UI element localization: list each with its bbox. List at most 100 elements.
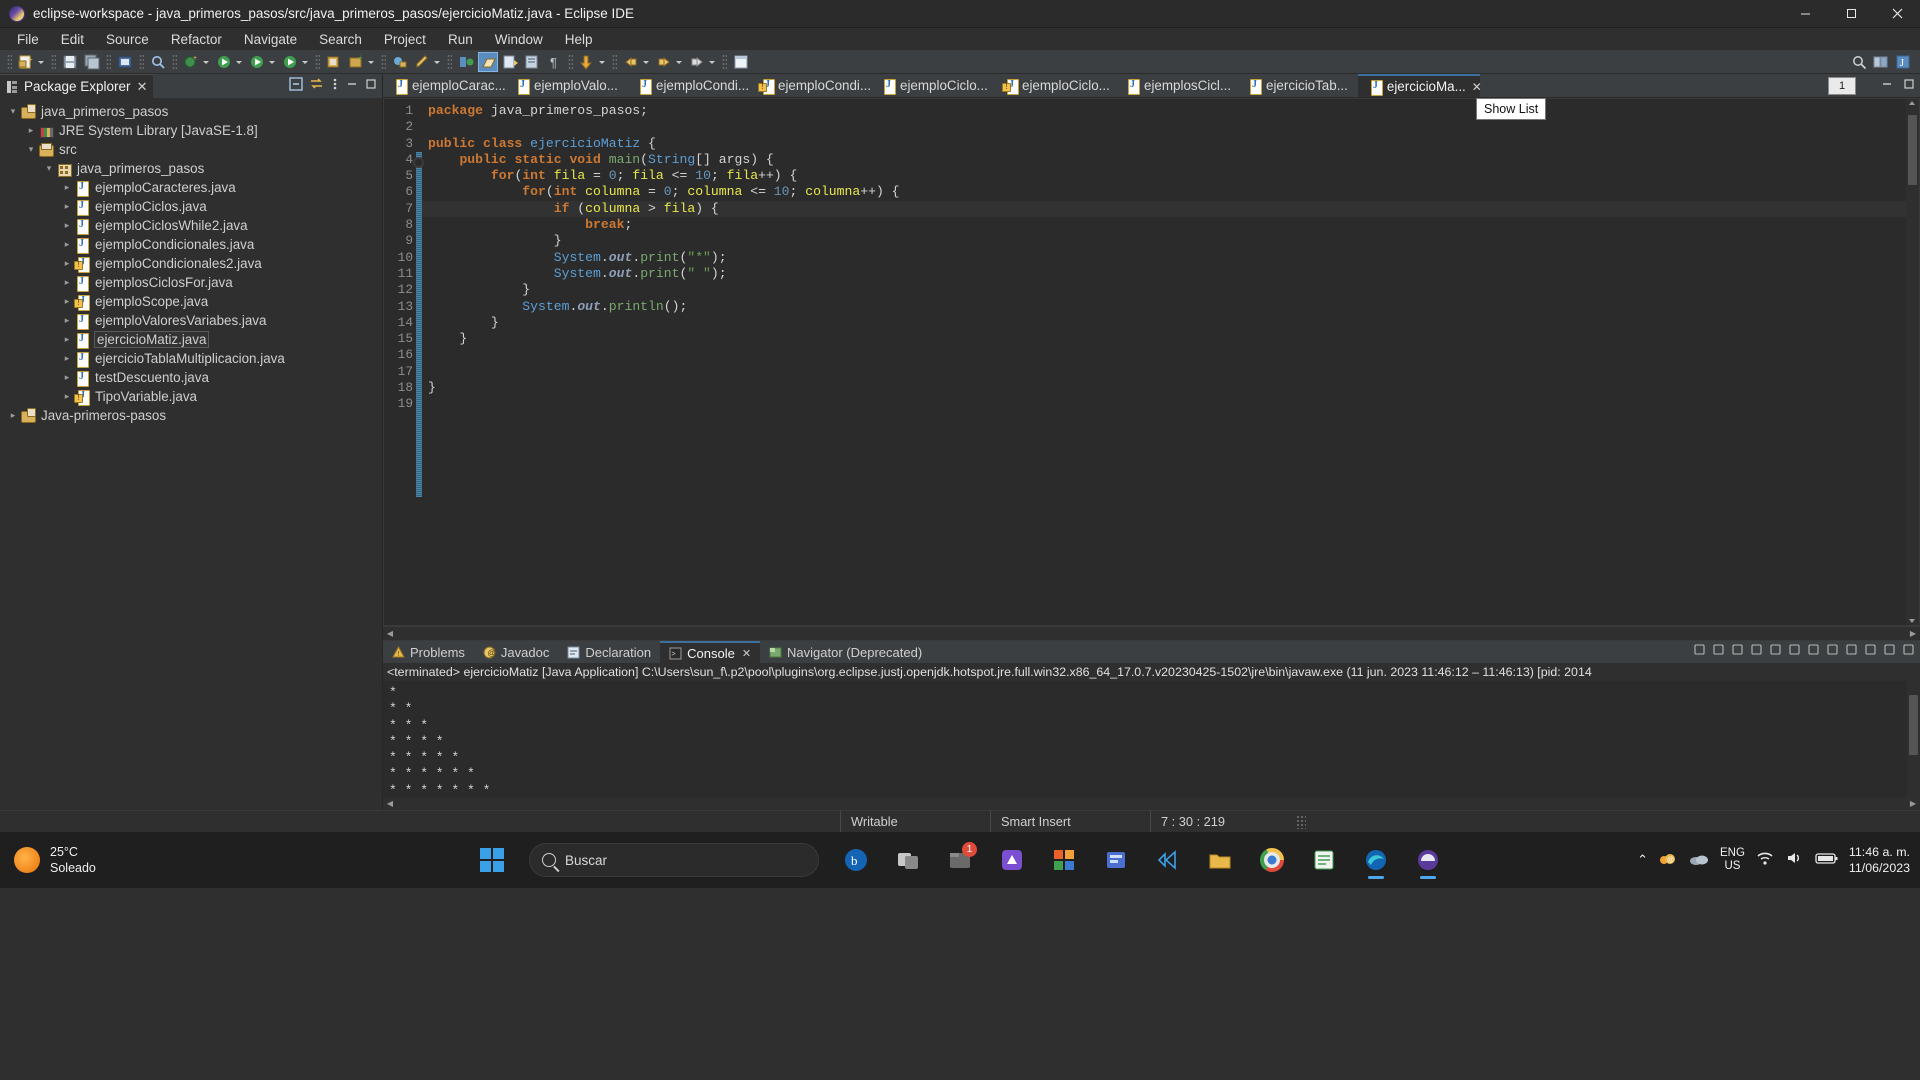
console-tab-close-icon[interactable]: ✕ xyxy=(742,647,751,660)
package-explorer-close-icon[interactable]: ✕ xyxy=(137,79,148,95)
status-resize-grip[interactable] xyxy=(1296,814,1306,829)
code-editor[interactable]: 1 2 3 4 5 6 7 8 9 10 11 12 13 14 15 16 17 18 19 package ja… xyxy=(383,98,1920,626)
console-scroll-thumb[interactable] xyxy=(1909,695,1918,755)
code-line[interactable] xyxy=(422,364,1919,380)
toolbar-grip-9[interactable] xyxy=(568,53,573,70)
perspective-icon[interactable] xyxy=(456,52,476,72)
terminate-icon[interactable] xyxy=(1692,642,1707,662)
pin-console-icon[interactable] xyxy=(1787,642,1802,662)
java-perspective-icon[interactable]: J xyxy=(1893,52,1913,72)
clear-console-icon[interactable] xyxy=(1749,642,1764,662)
editor-tab[interactable]: ejemplosCicl... xyxy=(1115,74,1237,97)
chevron-right-icon[interactable]: ▸ xyxy=(60,182,74,193)
maximize-editor-icon[interactable] xyxy=(1902,77,1916,96)
editor-horizontal-scrollbar[interactable]: ◀ ▶ xyxy=(383,626,1920,640)
tray-battery-icon[interactable] xyxy=(1815,851,1839,870)
toolbar-grip-2[interactable] xyxy=(51,53,56,70)
taskbar-copilot[interactable]: b xyxy=(836,840,876,880)
link-with-editor-icon[interactable] xyxy=(309,76,325,97)
language-indicator[interactable]: ENG US xyxy=(1720,847,1745,873)
new-console-view-icon[interactable] xyxy=(1844,642,1859,662)
console-hscroll-left[interactable]: ◀ xyxy=(383,799,397,808)
view-menu-icon[interactable] xyxy=(330,76,340,97)
minimize-editor-icon[interactable] xyxy=(1880,77,1894,96)
console-horizontal-scrollbar[interactable]: ◀ ▶ xyxy=(383,797,1920,810)
tree-item[interactable]: ▸ ejemploCiclosWhile2.java xyxy=(0,216,382,235)
menu-item-source[interactable]: Source xyxy=(95,30,160,49)
code-line[interactable]: for(int fila = 0; fila <= 10; fila++) { xyxy=(422,168,1919,184)
taskbar-task-view[interactable] xyxy=(888,840,928,880)
minimize-button[interactable] xyxy=(1782,0,1828,28)
run-external-icon[interactable] xyxy=(280,52,300,72)
save-icon[interactable] xyxy=(60,52,80,72)
save-all-icon[interactable] xyxy=(82,52,102,72)
debug-icon[interactable] xyxy=(214,52,234,72)
menu-item-edit[interactable]: Edit xyxy=(50,30,95,49)
toolbar-grip[interactable] xyxy=(7,53,12,70)
chevron-right-icon[interactable]: ▸ xyxy=(24,125,38,136)
remove-launch-icon[interactable] xyxy=(1711,642,1726,662)
console-tab[interactable]: @ Javadoc xyxy=(474,641,558,663)
next-annotation-icon[interactable] xyxy=(500,52,520,72)
package-tree[interactable]: ▾ java_primeros_pasos ▸ JRE System Library … xyxy=(0,98,382,810)
console-vertical-scrollbar[interactable] xyxy=(1907,681,1920,797)
tree-item[interactable]: ▾ java_primeros_pasos xyxy=(0,159,382,178)
menu-item-refactor[interactable]: Refactor xyxy=(160,30,233,49)
code-line[interactable] xyxy=(422,347,1919,363)
edit-dropdown[interactable] xyxy=(433,53,442,71)
start-button[interactable] xyxy=(472,840,512,880)
chevron-right-icon[interactable]: ▸ xyxy=(60,334,74,345)
chevron-right-icon[interactable]: ▸ xyxy=(60,315,74,326)
last-edit-location-icon[interactable] xyxy=(577,52,597,72)
minimize-view-icon[interactable] xyxy=(345,77,359,96)
console-hscroll-track[interactable] xyxy=(397,799,1906,809)
maximize-console-icon[interactable] xyxy=(1901,642,1916,662)
code-line[interactable] xyxy=(422,119,1919,135)
taskbar-chrome[interactable] xyxy=(1252,840,1292,880)
editor-tab[interactable]: ejemploCondi... xyxy=(749,74,871,97)
hscroll-left-arrow[interactable]: ◀ xyxy=(383,629,397,638)
menu-item-run[interactable]: Run xyxy=(437,30,484,49)
chevron-down-icon[interactable]: ▾ xyxy=(42,163,56,174)
remove-all-icon[interactable] xyxy=(1730,642,1745,662)
code-line[interactable]: } xyxy=(422,233,1919,249)
back-nav-dropdown[interactable] xyxy=(642,53,651,71)
toolbar-grip-4[interactable] xyxy=(139,53,144,70)
code-line[interactable]: public static void main(String[] args) { xyxy=(422,152,1919,168)
taskbar-notes[interactable] xyxy=(1304,840,1344,880)
taskbar-folder[interactable] xyxy=(1200,840,1240,880)
code-line[interactable]: System.out.print("*"); xyxy=(422,250,1919,266)
code-line[interactable]: public class ejercicioMatiz { xyxy=(422,136,1919,152)
taskbar-clock[interactable]: 11:46 a. m. 11/06/2023 xyxy=(1849,844,1910,876)
console-tab[interactable]: Navigator (Deprecated) xyxy=(760,641,931,663)
tree-item[interactable]: ▸ ejercicioTablaMultiplicacion.java xyxy=(0,349,382,368)
code-line[interactable]: System.out.print(" "); xyxy=(422,266,1919,282)
editor-tab[interactable]: ejemploCiclo... xyxy=(993,74,1115,97)
code-line[interactable]: System.out.println(); xyxy=(422,299,1919,315)
tree-item[interactable]: ▸ Java-primeros-pasos xyxy=(0,406,382,425)
previous-annotation-icon[interactable] xyxy=(522,52,542,72)
console-hscroll-right[interactable]: ▶ xyxy=(1906,799,1920,808)
menu-item-project[interactable]: Project xyxy=(373,30,437,49)
scroll-down-arrow[interactable] xyxy=(1909,619,1915,623)
chevron-right-icon[interactable]: ▸ xyxy=(60,258,74,269)
tree-item[interactable]: ▸ ejemploCondicionales2.java xyxy=(0,254,382,273)
editor-tab[interactable]: ejemploCiclo... xyxy=(871,74,993,97)
taskbar-eclipse[interactable] xyxy=(1408,840,1448,880)
toolbar-grip-6[interactable] xyxy=(315,53,320,70)
vertical-scroll-thumb[interactable] xyxy=(1908,115,1917,185)
chevron-right-icon[interactable]: ▸ xyxy=(60,353,74,364)
console-menu-icon[interactable] xyxy=(1863,642,1878,662)
tree-item[interactable]: ▸ testDescuento.java xyxy=(0,368,382,387)
toolbar-grip-10[interactable] xyxy=(612,53,617,70)
tree-item[interactable]: ▸ JRE System Library [JavaSE-1.8] xyxy=(0,121,382,140)
taskbar-office[interactable] xyxy=(1044,840,1084,880)
new-java-class-icon[interactable]: + xyxy=(181,52,201,72)
console-tab[interactable]: > Console ✕ xyxy=(660,641,761,663)
console-tab[interactable]: ! Problems xyxy=(383,641,474,663)
code-content[interactable]: package java_primeros_pasos; public clas… xyxy=(422,99,1919,625)
code-line[interactable]: } xyxy=(422,315,1919,331)
code-line[interactable]: package java_primeros_pasos; xyxy=(422,103,1919,119)
open-console-icon[interactable] xyxy=(1825,642,1840,662)
editor-vertical-scrollbar[interactable] xyxy=(1906,99,1919,625)
